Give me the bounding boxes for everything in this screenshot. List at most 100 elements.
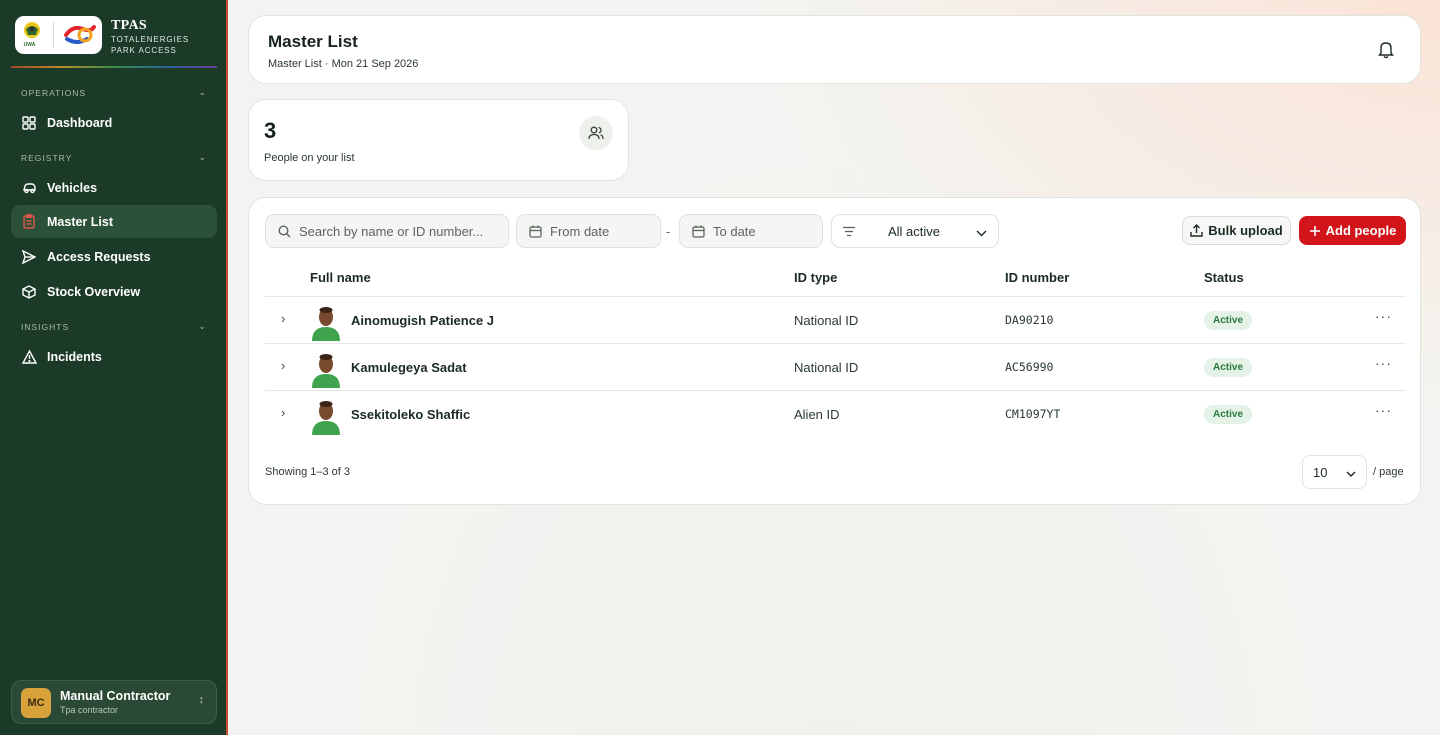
chevron-right-icon[interactable]: › [281, 405, 285, 420]
to-date-input[interactable]: To date [679, 214, 823, 248]
logo-divider [52, 22, 54, 48]
calendar-icon [529, 225, 542, 238]
avatar: MC [21, 688, 51, 718]
id-number: CM1097YT [1005, 407, 1061, 421]
from-date-input[interactable]: From date [516, 214, 661, 248]
column-header-status[interactable]: Status [1204, 270, 1244, 285]
brand-divider [11, 66, 217, 68]
column-header-id-type[interactable]: ID type [794, 270, 837, 285]
logo-text: UWA [23, 42, 36, 48]
clipboard-icon [21, 214, 37, 230]
add-people-button[interactable]: Add people [1299, 216, 1406, 245]
people-count-card: 3 People on your list [248, 99, 629, 181]
sidebar-item-incidents[interactable]: Incidents [11, 340, 217, 373]
person-name: Kamulegeya Sadat [351, 360, 467, 375]
user-menu[interactable]: MC Manual Contractor Tpa contractor ↕ [11, 680, 217, 724]
id-type: Alien ID [794, 407, 840, 422]
section-insights[interactable]: INSIGHTS ⌄ [21, 321, 207, 332]
status-filter-value: All active [888, 224, 941, 239]
more-options-icon[interactable]: ··· [1375, 355, 1392, 371]
chevron-right-icon[interactable]: › [281, 358, 285, 373]
breadcrumb: Master List · Mon 21 Sep 2026 [268, 58, 419, 70]
page-header: Master List Master List · Mon 21 Sep 202… [248, 15, 1421, 84]
master-list-table-card: Search by name or ID number... From date… [248, 197, 1421, 505]
table-row[interactable]: › Kamulegeya Sadat National ID AC56990 A… [265, 344, 1406, 390]
person-avatar-icon [309, 397, 343, 435]
per-page-label: / page [1373, 466, 1404, 478]
status-filter-select[interactable]: All active [831, 214, 999, 248]
section-operations[interactable]: OPERATIONS ⌄ [21, 87, 207, 98]
grid-icon [21, 115, 37, 131]
search-placeholder: Search by name or ID number... [299, 223, 484, 239]
sidebar-item-master-list[interactable]: Master List [11, 205, 217, 238]
brand-text: TPAS TOTALENERGIES PARK ACCESS [111, 18, 189, 56]
more-options-icon[interactable]: ··· [1375, 402, 1392, 418]
status-badge: Active [1204, 405, 1252, 424]
status-badge: Active [1204, 311, 1252, 330]
id-number: AC56990 [1005, 360, 1054, 374]
chevron-down-icon [976, 225, 987, 240]
section-registry[interactable]: REGISTRY ⌄ [21, 152, 207, 163]
user-name: Manual Contractor [60, 689, 171, 703]
person-name: Ssekitoleko Shaffic [351, 407, 471, 422]
users-icon [579, 116, 613, 150]
uwa-logo-icon: UWA [20, 20, 44, 50]
sidebar-item-dashboard[interactable]: Dashboard [11, 106, 217, 139]
page-size-select[interactable]: 10 [1302, 455, 1367, 489]
calendar-icon [692, 225, 705, 238]
user-role: Tpa contractor [60, 705, 119, 715]
more-options-icon[interactable]: ··· [1375, 308, 1392, 324]
page-title: Master List [268, 32, 358, 51]
people-count-label: People on your list [264, 152, 355, 164]
sidebar-item-vehicles[interactable]: Vehicles [11, 171, 217, 204]
id-type: National ID [794, 360, 859, 375]
id-type: National ID [794, 313, 859, 328]
from-date-placeholder: From date [550, 223, 610, 239]
send-icon [21, 249, 37, 265]
sidebar-item-label: Access Requests [47, 249, 151, 264]
car-icon [21, 180, 37, 196]
sidebar-item-label: Dashboard [47, 115, 113, 130]
person-name: Ainomugish Patience J [351, 313, 495, 328]
sidebar-item-stock-overview[interactable]: Stock Overview [11, 275, 217, 308]
chevron-down-icon: ⌄ [198, 87, 207, 97]
sidebar-item-label: Vehicles [47, 180, 98, 195]
section-label: REGISTRY [21, 152, 73, 163]
section-label: OPERATIONS [21, 87, 87, 98]
chevron-right-icon[interactable]: › [281, 311, 285, 326]
search-input[interactable]: Search by name or ID number... [265, 214, 509, 248]
bell-icon[interactable] [1378, 41, 1394, 59]
search-icon [278, 224, 291, 238]
app-title: TPAS [111, 18, 147, 33]
totalenergies-logo-icon [63, 23, 97, 47]
chevron-down-icon: ⌄ [198, 321, 207, 331]
status-badge: Active [1204, 358, 1252, 377]
bulk-upload-button[interactable]: Bulk upload [1182, 216, 1291, 245]
people-count: 3 [264, 118, 277, 143]
column-header-id-number[interactable]: ID number [1005, 270, 1069, 285]
sidebar: UWA TPAS TOTALENERGIES PARK ACCESS OPERA… [0, 0, 228, 735]
pagination-summary: Showing 1–3 of 3 [265, 466, 351, 478]
brand-logo[interactable]: UWA [15, 16, 102, 54]
sidebar-item-label: Incidents [47, 349, 102, 364]
sidebar-item-access-requests[interactable]: Access Requests [11, 240, 217, 273]
to-date-placeholder: To date [713, 223, 756, 239]
table-row[interactable]: › Ainomugish Patience J National ID DA90… [265, 297, 1406, 343]
upload-icon [1190, 224, 1203, 237]
app-subtitle-1: TOTALENERGIES [111, 35, 190, 44]
table-row[interactable]: › Ssekitoleko Shaffic Alien ID CM1097YT … [265, 391, 1406, 437]
person-avatar-icon [309, 303, 343, 341]
app-subtitle-2: PARK ACCESS [111, 46, 177, 55]
chevron-down-icon [1346, 466, 1356, 481]
section-label: INSIGHTS [21, 321, 70, 332]
column-header-full-name[interactable]: Full name [310, 270, 371, 285]
person-avatar-icon [309, 350, 343, 388]
filter-icon [842, 226, 856, 237]
sidebar-item-label: Stock Overview [47, 284, 141, 299]
bulk-upload-label: Bulk upload [1208, 223, 1283, 238]
chevron-down-icon: ⌄ [198, 152, 207, 162]
add-people-label: Add people [1325, 223, 1397, 238]
sidebar-item-label: Master List [47, 214, 113, 229]
plus-icon [1309, 225, 1321, 237]
page-size-value: 10 [1313, 465, 1328, 480]
